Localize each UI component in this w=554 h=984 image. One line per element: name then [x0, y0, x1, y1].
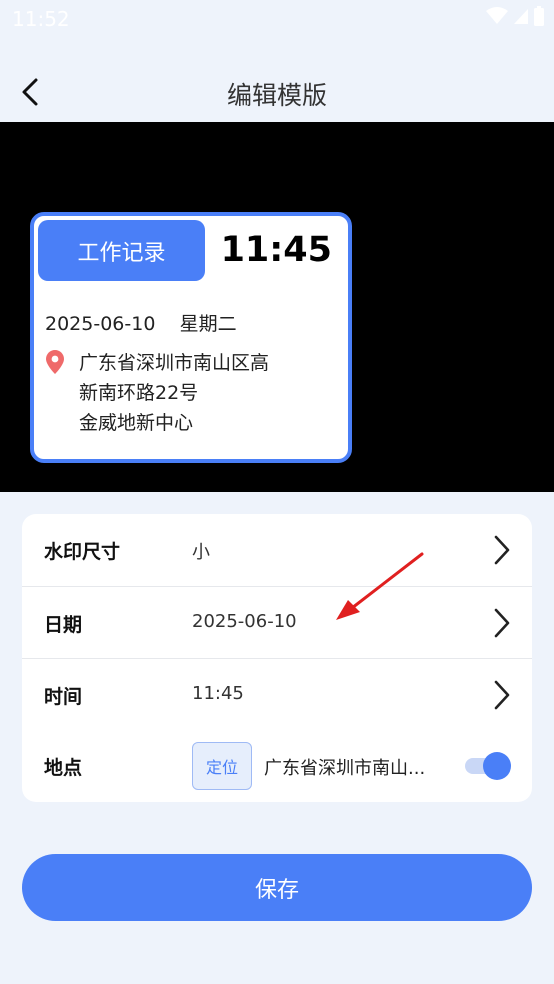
- watermark-address: 广东省深圳市南山区高 新南环路22号 金威地新中心: [79, 348, 269, 438]
- watermark-date: 2025-06-10 星期二: [45, 313, 237, 335]
- watermark-card[interactable]: 工作记录 11:45 2025-06-10 星期二 广东省深圳市南山区高 新南环…: [30, 212, 352, 463]
- signal-icon: [514, 9, 528, 24]
- battery-icon: [534, 6, 544, 26]
- row-label: 地点: [44, 757, 83, 779]
- watermark-title-badge: 工作记录: [38, 220, 205, 281]
- wifi-icon: [486, 7, 508, 24]
- address-line: 新南环路22号: [79, 382, 199, 404]
- date-row[interactable]: 日期 2025-06-10: [22, 586, 532, 659]
- settings-card: 水印尺寸 小 日期 2025-06-10 时间 11:45 地点 定位 广东省深…: [22, 514, 532, 802]
- watermark-size-row[interactable]: 水印尺寸 小: [22, 514, 532, 586]
- watermark-preview-area: 工作记录 11:45 2025-06-10 星期二 广东省深圳市南山区高 新南环…: [0, 122, 554, 492]
- address-line: 金威地新中心: [79, 412, 194, 434]
- watermark-time: 11:45: [220, 230, 332, 270]
- row-label: 日期: [44, 614, 83, 636]
- time-row[interactable]: 时间 11:45: [22, 658, 532, 731]
- page-title: 编辑模版: [226, 81, 327, 110]
- row-value: 小: [192, 542, 210, 563]
- chevron-right-icon: [494, 680, 510, 710]
- status-icons: [486, 6, 544, 26]
- status-bar: 11:52: [0, 0, 554, 40]
- chevron-right-icon: [494, 608, 510, 638]
- address-line: 广东省深圳市南山区高: [79, 352, 270, 374]
- row-value: 11:45: [192, 683, 244, 704]
- location-toggle[interactable]: [465, 752, 511, 780]
- row-label: 水印尺寸: [44, 541, 121, 563]
- locate-button[interactable]: 定位: [192, 742, 252, 790]
- location-row: 地点 定位 广东省深圳市南山...: [22, 730, 532, 802]
- status-time: 11:52: [12, 7, 70, 31]
- save-button[interactable]: 保存: [22, 854, 532, 921]
- location-value: 广东省深圳市南山...: [264, 758, 426, 779]
- map-pin-icon: [46, 350, 64, 374]
- toggle-knob: [483, 752, 511, 780]
- row-label: 时间: [44, 686, 83, 708]
- row-value: 2025-06-10: [192, 611, 297, 632]
- nav-bar: 编辑模版: [0, 60, 554, 124]
- chevron-right-icon: [494, 535, 510, 565]
